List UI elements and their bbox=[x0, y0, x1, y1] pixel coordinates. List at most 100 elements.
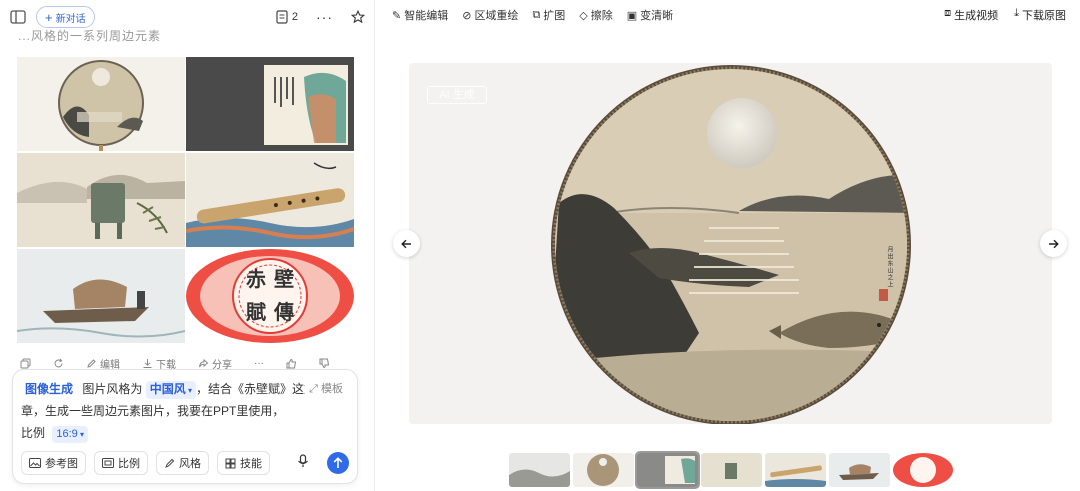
red-seal-characters: 赤 壁 賦 傳 bbox=[242, 263, 298, 329]
previous-image-button[interactable] bbox=[393, 230, 420, 257]
style-value: 中国风 bbox=[149, 382, 186, 396]
expand-image-label: 扩图 bbox=[543, 10, 566, 22]
copy-button[interactable] bbox=[20, 358, 31, 369]
star-icon[interactable] bbox=[351, 10, 365, 24]
regenerate-button[interactable] bbox=[53, 358, 64, 369]
region-redraw-button[interactable]: ⊘ 区域重绘 bbox=[462, 7, 518, 23]
generated-image-5[interactable] bbox=[17, 249, 185, 343]
hd-icon: ▣ bbox=[626, 9, 638, 22]
chat-panel: + 新对话 2 ··· ...风格的一系列周边元素 赤 壁 賦 傳 编辑 下载 … bbox=[0, 0, 375, 491]
expand-image-button[interactable]: ⧉ 扩图 bbox=[532, 7, 565, 23]
thumbs-down-icon[interactable] bbox=[319, 358, 330, 369]
ratio-button[interactable]: 比例 bbox=[94, 451, 148, 475]
plus-icon: + bbox=[45, 9, 53, 25]
prompt-text[interactable]: 图像生成 图片风格为 中国风 ▾ ，结合《赤壁赋》这篇文章，生成一些周边元素图片，… bbox=[21, 378, 351, 444]
caret-down-icon: ▾ bbox=[185, 386, 192, 395]
thumbnail-6[interactable] bbox=[829, 453, 890, 487]
fan-painting-image[interactable] bbox=[409, 63, 1052, 424]
reference-image-label: 参考图 bbox=[45, 458, 78, 470]
video-icon: ⧈ bbox=[944, 7, 952, 19]
skills-button[interactable]: 技能 bbox=[217, 451, 270, 475]
generated-image-6[interactable]: 赤 壁 賦 傳 bbox=[186, 249, 354, 343]
thumbnail-2[interactable] bbox=[573, 453, 634, 487]
documents-button[interactable]: 2 bbox=[276, 10, 298, 24]
expand-frame-icon: ⧉ bbox=[532, 8, 541, 21]
smart-edit-label: 智能编辑 bbox=[404, 10, 449, 22]
download-original-button[interactable]: ⤓ 下载原图 bbox=[1014, 7, 1066, 23]
prompt-composer[interactable]: 图像生成 图片风格为 中国风 ▾ ，结合《赤壁赋》这篇文章，生成一些周边元素图片，… bbox=[12, 369, 358, 484]
erase-button[interactable]: ◇ 擦除 bbox=[579, 7, 612, 23]
generated-image-1[interactable] bbox=[17, 57, 185, 151]
refresh-icon bbox=[54, 358, 63, 368]
download-icon: ⤓ bbox=[1014, 7, 1019, 19]
generated-image-2[interactable] bbox=[186, 57, 354, 151]
arrow-right-icon bbox=[1049, 239, 1059, 248]
new-chat-label: 新对话 bbox=[55, 13, 86, 25]
generate-video-button[interactable]: ⧈ 生成视频 bbox=[944, 7, 998, 23]
composer-tools: 参考图 比例 风格 技能 bbox=[21, 451, 270, 475]
region-icon: ⊘ bbox=[462, 9, 472, 22]
image-preview-stage: AI 生成 月出东山之上 bbox=[409, 63, 1052, 424]
more-actions-icon[interactable]: ··· bbox=[254, 358, 264, 369]
thumbnail-1[interactable] bbox=[509, 453, 570, 487]
ratio-value: 16:9 bbox=[56, 428, 78, 440]
download-original-label: 下载原图 bbox=[1022, 10, 1066, 22]
faded-previous-text: ...风格的一系列周边元素 bbox=[18, 29, 162, 43]
image-icon bbox=[29, 458, 41, 468]
thumbnail-4[interactable] bbox=[701, 453, 762, 487]
ratio-selector[interactable]: 16:9 ▾ bbox=[52, 426, 89, 443]
sharpen-label: 变清晰 bbox=[640, 10, 674, 22]
reference-image-button[interactable]: 参考图 bbox=[21, 451, 86, 475]
template-button[interactable]: ⤢ 模板 bbox=[305, 380, 343, 396]
send-button[interactable] bbox=[327, 452, 349, 474]
aspect-ratio-icon bbox=[102, 458, 114, 468]
smart-edit-button[interactable]: ✎ 智能编辑 bbox=[392, 7, 448, 23]
fan-inscription: 月出东山之上 bbox=[886, 246, 893, 288]
generated-image-grid: 赤 壁 賦 傳 bbox=[17, 57, 354, 343]
share-icon bbox=[199, 358, 209, 368]
seal-char: 賦 bbox=[246, 300, 266, 324]
magic-wand-icon: ✎ bbox=[392, 9, 402, 22]
eraser-icon: ◇ bbox=[579, 9, 588, 22]
sidebar-toggle-icon[interactable] bbox=[10, 10, 26, 24]
thumbnail-3-selected[interactable] bbox=[635, 451, 700, 489]
brush-icon bbox=[165, 458, 175, 468]
grid-icon bbox=[225, 458, 236, 468]
image-editor-panel: ✎ 智能编辑 ⊘ 区域重绘 ⧉ 扩图 ◇ 擦除 ▣ 变清晰 ⧈ 生成视频 ⤓ 下载原图 AI … bbox=[376, 0, 1080, 491]
style-label: 风格 bbox=[179, 458, 201, 470]
erase-label: 擦除 bbox=[590, 10, 613, 22]
editor-actions: ⧈ 生成视频 ⤓ 下载原图 bbox=[944, 0, 1066, 30]
sharpen-button[interactable]: ▣ 变清晰 bbox=[627, 7, 673, 23]
copy-icon bbox=[20, 358, 31, 369]
arrow-left-icon bbox=[401, 239, 411, 248]
style-selector[interactable]: 中国风 ▾ bbox=[145, 381, 196, 399]
thumbnail-5[interactable] bbox=[765, 453, 826, 487]
document-count: 2 bbox=[291, 11, 298, 23]
thumbnail-strip bbox=[509, 451, 954, 489]
more-icon[interactable]: ··· bbox=[316, 9, 333, 25]
seal-char: 赤 bbox=[246, 267, 266, 291]
thumbs-up-icon[interactable] bbox=[286, 358, 297, 369]
thumbnail-7[interactable] bbox=[893, 453, 954, 487]
new-chat-button[interactable]: + 新对话 bbox=[36, 6, 95, 28]
skills-label: 技能 bbox=[240, 458, 262, 470]
seal-char: 傳 bbox=[274, 300, 294, 324]
generated-image-3[interactable] bbox=[17, 153, 185, 247]
seal-char: 壁 bbox=[274, 267, 294, 291]
ratio-label: 比例 bbox=[118, 458, 140, 470]
template-label: 模板 bbox=[321, 383, 343, 395]
expand-icon: ⤢ bbox=[309, 383, 318, 395]
skill-tag[interactable]: 图像生成 bbox=[25, 382, 73, 396]
style-button[interactable]: 风格 bbox=[156, 451, 209, 475]
arrow-up-icon bbox=[333, 457, 343, 468]
style-prefix: 图片风格为 bbox=[82, 382, 143, 396]
download-icon bbox=[143, 359, 152, 368]
document-icon bbox=[276, 10, 288, 24]
caret-down-icon: ▾ bbox=[77, 430, 85, 439]
ratio-prefix: 比例 bbox=[21, 426, 46, 440]
generated-image-4[interactable] bbox=[186, 153, 354, 247]
next-image-button[interactable] bbox=[1040, 230, 1067, 257]
region-redraw-label: 区域重绘 bbox=[474, 10, 519, 22]
pencil-icon bbox=[87, 359, 96, 368]
microphone-icon[interactable] bbox=[297, 454, 309, 471]
